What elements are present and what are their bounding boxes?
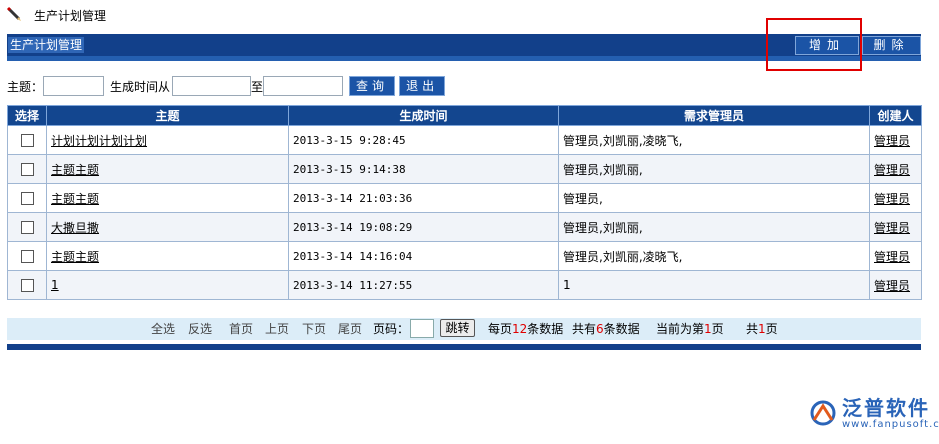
- subject-cell: 主题主题: [46, 154, 289, 184]
- table-row: 1 2013-3-14 11:27:55 1 管理员: [7, 270, 922, 300]
- pagination-bar: 全选 反选 首页 上页 下页 尾页 页码： 跳转 每页12条数据 共有6条数据 …: [7, 318, 921, 340]
- select-cell: [7, 154, 47, 184]
- subject-input[interactable]: [43, 76, 105, 96]
- time-cell: 2013-3-14 11:27:55: [288, 270, 559, 300]
- row-checkbox[interactable]: [20, 279, 34, 292]
- select-all-link[interactable]: 全选: [151, 322, 175, 336]
- creator-link[interactable]: 管理员: [874, 134, 910, 148]
- managers-cell: 管理员,刘凯丽,: [558, 212, 870, 242]
- page-number-input[interactable]: [410, 319, 434, 338]
- time-cell: 2013-3-15 9:28:45: [288, 125, 559, 155]
- table-row: 计划计划计划计划 2013-3-15 9:28:45 管理员,刘凯丽,凌晓飞, …: [7, 125, 922, 155]
- delete-button[interactable]: 删除: [862, 36, 921, 55]
- select-cell: [7, 241, 47, 271]
- subject-cell: 主题主题: [46, 241, 289, 271]
- next-page-link[interactable]: 下页: [302, 322, 326, 336]
- row-checkbox[interactable]: [20, 134, 34, 147]
- subject-link[interactable]: 主题主题: [51, 163, 99, 177]
- last-page-link[interactable]: 尾页: [338, 322, 362, 336]
- header-creator: 创建人: [869, 105, 922, 126]
- time-to-label: 至: [251, 79, 264, 94]
- jump-button[interactable]: 跳转: [440, 319, 475, 337]
- subject-cell: 计划计划计划计划: [46, 125, 289, 155]
- time-to-input[interactable]: [263, 76, 344, 96]
- subject-link[interactable]: 主题主题: [51, 192, 99, 206]
- creator-link[interactable]: 管理员: [874, 192, 910, 206]
- current-page-info: 当前为第1页: [656, 322, 724, 336]
- subject-link[interactable]: 1: [51, 278, 59, 292]
- time-from-label: 生成时间从: [110, 79, 171, 94]
- subject-cell: 1: [46, 270, 289, 300]
- creator-link[interactable]: 管理员: [874, 279, 910, 293]
- invert-selection-link[interactable]: 反选: [188, 322, 212, 336]
- subject-cell: 大撒旦撒: [46, 212, 289, 242]
- select-cell: [7, 183, 47, 213]
- subject-cell: 主题主题: [46, 183, 289, 213]
- total-pages-info: 共1页: [746, 322, 778, 336]
- plan-table: 选择 主题 生成时间 需求管理员 创建人 计划计划计划计划 2013-3-15 …: [7, 105, 922, 300]
- table-row: 主题主题 2013-3-14 14:16:04 管理员,刘凯丽,凌晓飞, 管理员: [7, 241, 922, 271]
- page-number-label: 页码：: [373, 322, 410, 336]
- page-header: 生产计划管理: [6, 4, 106, 26]
- section-title: 生产计划管理: [8, 37, 85, 53]
- per-page-info: 每页12条数据: [488, 322, 564, 336]
- query-button[interactable]: 查询: [349, 76, 396, 96]
- exit-button[interactable]: 退出: [399, 76, 446, 96]
- managers-cell: 管理员,: [558, 183, 870, 213]
- row-checkbox[interactable]: [20, 221, 34, 234]
- brand-logo: 泛普软件 www.fanpusoft.com: [808, 394, 939, 434]
- time-cell: 2013-3-14 19:08:29: [288, 212, 559, 242]
- header-managers: 需求管理员: [558, 105, 870, 126]
- table-row: 大撒旦撒 2013-3-14 19:08:29 管理员,刘凯丽, 管理员: [7, 212, 922, 242]
- select-cell: [7, 212, 47, 242]
- creator-cell: 管理员: [869, 154, 922, 184]
- creator-link[interactable]: 管理员: [874, 163, 910, 177]
- toolbar-divider: [7, 56, 921, 61]
- table-row: 主题主题 2013-3-14 21:03:36 管理员, 管理员: [7, 183, 922, 213]
- prev-page-link[interactable]: 上页: [265, 322, 289, 336]
- total-records-info: 共有6条数据: [572, 322, 640, 336]
- add-button[interactable]: 增加: [795, 36, 859, 55]
- table-row: 主题主题 2013-3-15 9:14:38 管理员,刘凯丽, 管理员: [7, 154, 922, 184]
- creator-link[interactable]: 管理员: [874, 221, 910, 235]
- pencil-icon: [6, 6, 24, 24]
- toolbar: [7, 34, 921, 56]
- time-cell: 2013-3-14 14:16:04: [288, 241, 559, 271]
- select-cell: [7, 125, 47, 155]
- table-header-row: 选择 主题 生成时间 需求管理员 创建人: [7, 105, 922, 126]
- logo-icon: [808, 398, 838, 431]
- managers-cell: 管理员,刘凯丽,凌晓飞,: [558, 125, 870, 155]
- header-time: 生成时间: [288, 105, 559, 126]
- search-bar: 主题： 生成时间从 至 查询 退出: [7, 75, 446, 97]
- select-cell: [7, 270, 47, 300]
- creator-link[interactable]: 管理员: [874, 250, 910, 264]
- row-checkbox[interactable]: [20, 163, 34, 176]
- time-from-input[interactable]: [172, 76, 252, 96]
- managers-cell: 管理员,刘凯丽,凌晓飞,: [558, 241, 870, 271]
- managers-cell: 管理员,刘凯丽,: [558, 154, 870, 184]
- row-checkbox[interactable]: [20, 250, 34, 263]
- first-page-link[interactable]: 首页: [229, 322, 253, 336]
- creator-cell: 管理员: [869, 270, 922, 300]
- subject-link[interactable]: 大撒旦撒: [51, 221, 99, 235]
- bottom-divider: [7, 344, 921, 350]
- creator-cell: 管理员: [869, 241, 922, 271]
- page-title: 生产计划管理: [34, 8, 107, 23]
- creator-cell: 管理员: [869, 125, 922, 155]
- time-cell: 2013-3-14 21:03:36: [288, 183, 559, 213]
- creator-cell: 管理员: [869, 183, 922, 213]
- row-checkbox[interactable]: [20, 192, 34, 205]
- creator-cell: 管理员: [869, 212, 922, 242]
- subject-link[interactable]: 主题主题: [51, 250, 99, 264]
- subject-link[interactable]: 计划计划计划计划: [51, 134, 147, 148]
- header-subject: 主题: [46, 105, 289, 126]
- header-select: 选择: [7, 105, 47, 126]
- logo-url: www.fanpusoft.com: [842, 419, 939, 430]
- managers-cell: 1: [558, 270, 870, 300]
- time-cell: 2013-3-15 9:14:38: [288, 154, 559, 184]
- logo-name: 泛普软件: [842, 396, 930, 420]
- subject-label: 主题：: [7, 79, 44, 94]
